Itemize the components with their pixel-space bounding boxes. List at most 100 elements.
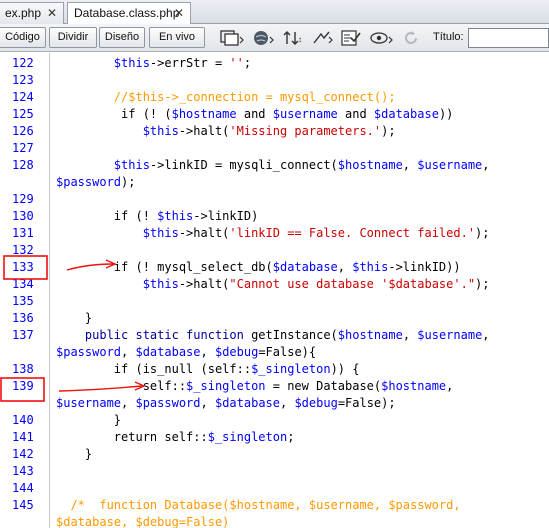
code-text: ->linkID)	[193, 209, 259, 223]
title-label: Título:	[433, 31, 464, 43]
code-text: }	[56, 311, 93, 325]
code-text: }	[56, 447, 93, 461]
title-input[interactable]	[468, 28, 549, 48]
code-view-button[interactable]: Código	[0, 27, 46, 48]
code-variable: $debug	[214, 345, 259, 359]
code-variable: $hostname	[337, 328, 403, 342]
line-number: 130	[12, 209, 34, 223]
visual-aids-icon[interactable]	[311, 28, 335, 48]
code-line[interactable]: $this->halt('Missing parameters.');	[56, 123, 396, 140]
document-tab-bar: ex.php ✕ Database.class.php ✕	[0, 0, 549, 25]
validate-icon[interactable]	[369, 28, 395, 48]
tab-ex-php[interactable]: ex.php ✕	[0, 2, 64, 24]
code-line[interactable]: $password);	[56, 174, 135, 191]
code-text: and	[337, 107, 374, 121]
code-text: getInstance(	[243, 328, 338, 342]
code-text: and	[236, 107, 273, 121]
file-management-icon[interactable]	[219, 28, 245, 48]
line-number: 143	[12, 464, 34, 478]
line-number: 141	[12, 430, 34, 444]
code-variable: $database	[373, 107, 439, 121]
code-text: );	[381, 124, 396, 138]
code-text: if (! (	[56, 107, 172, 121]
tab-label: Database.class.php	[74, 6, 180, 20]
code-text: ,	[402, 158, 418, 172]
code-text: ,	[200, 396, 215, 410]
code-line[interactable]: if (is_null (self::$_singleton)) {	[56, 361, 360, 378]
code-variable: $hostname	[171, 107, 237, 121]
code-keyword: public static function	[84, 328, 244, 342]
live-view-button[interactable]: En vivo	[149, 27, 205, 48]
code-line[interactable]: $this->halt("Cannot use database '$datab…	[56, 276, 490, 293]
reload-icon[interactable]	[402, 28, 420, 48]
line-number: 128	[12, 158, 34, 172]
code-line[interactable]: $password, $database, $debug=False){	[56, 344, 316, 361]
code-text: ->errStr =	[149, 56, 230, 70]
code-line[interactable]: $this->halt('linkID == False. Connect fa…	[56, 225, 490, 242]
code-text: ->linkID = mysqli_connect(	[149, 158, 338, 172]
line-number: 136	[12, 311, 34, 325]
code-variable: $_singleton	[186, 379, 266, 393]
code-text: ->halt(	[178, 226, 230, 240]
code-line[interactable]: if (! ($hostname and $username and $data…	[56, 106, 453, 123]
code-variable: $username	[417, 328, 483, 342]
close-tab-icon[interactable]: ✕	[47, 3, 57, 23]
line-number: 133	[12, 260, 34, 274]
line-number: 132	[12, 243, 34, 257]
code-line[interactable]: }	[56, 310, 92, 327]
code-text: ->halt(	[178, 124, 230, 138]
code-text: if (! mysql_select_db(	[56, 260, 273, 274]
code-text: ,	[337, 260, 353, 274]
code-line[interactable]: $this->linkID = mysqli_connect($hostname…	[56, 157, 490, 174]
code-line[interactable]: /* function Database($hostname, $usernam…	[56, 497, 461, 514]
line-number: 134	[12, 277, 34, 291]
code-line[interactable]: self::$_singleton = new Database($hostna…	[56, 378, 454, 395]
tab-database-class-php[interactable]: Database.class.php ✕	[67, 2, 191, 25]
code-text: ->halt(	[178, 277, 230, 291]
line-number: 135	[12, 294, 34, 308]
code-line[interactable]: public static function getInstance($host…	[56, 327, 490, 344]
code-variable: $this	[157, 209, 194, 223]
line-number	[12, 395, 48, 412]
code-line[interactable]: //$this->_connection = mysql_connect();	[56, 89, 396, 106]
svg-text:↕: ↕	[298, 35, 302, 44]
line-number	[12, 344, 48, 361]
gutter-divider	[49, 53, 50, 528]
code-variable: $database	[214, 396, 280, 410]
code-variable: $database	[272, 260, 338, 274]
split-view-button[interactable]: Dividir	[49, 27, 97, 48]
code-text: =False){	[258, 345, 317, 359]
close-tab-icon[interactable]: ✕	[174, 3, 184, 23]
code-editor[interactable]: 122 123 124 125 126 127 128 129 130 131 132 133 134 1…	[0, 53, 549, 528]
check-page-icon[interactable]	[340, 28, 364, 48]
code-text: );	[121, 175, 136, 189]
code-text: ,	[482, 328, 490, 342]
code-variable: $hostname	[337, 158, 403, 172]
code-string: 'linkID == False. Connect failed.'	[229, 226, 476, 240]
code-line[interactable]: }	[56, 446, 92, 463]
code-line[interactable]: $this->errStr = '';	[56, 55, 251, 72]
code-line[interactable]: }	[56, 412, 121, 429]
design-view-button[interactable]: Diseño	[99, 27, 145, 48]
code-variable: $this	[113, 56, 150, 70]
code-line[interactable]: if (! $this->linkID)	[56, 208, 259, 225]
preview-browser-icon[interactable]	[253, 28, 275, 48]
line-number: 126	[12, 124, 34, 138]
code-variable: $password	[56, 345, 122, 359]
line-number: 124	[12, 90, 34, 104]
code-line[interactable]: if (! mysql_select_db($database, $this->…	[56, 259, 461, 276]
line-number: 144	[12, 481, 34, 495]
code-text: self::	[56, 379, 187, 393]
code-line[interactable]: return self::$_singleton;	[56, 429, 295, 446]
code-text: ;	[287, 430, 295, 444]
code-line[interactable]: $username, $password, $database, $debug=…	[56, 395, 396, 412]
refresh-icon[interactable]: ↕	[282, 28, 306, 48]
code-text: ->linkID))	[388, 260, 461, 274]
code-comment: /* function Database($hostname, $usernam…	[70, 498, 461, 512]
code-text: ,	[482, 158, 490, 172]
code-string: 'Missing parameters.'	[229, 124, 382, 138]
code-line[interactable]: $database, $debug=False)	[56, 514, 229, 528]
line-number: 140	[12, 413, 34, 427]
